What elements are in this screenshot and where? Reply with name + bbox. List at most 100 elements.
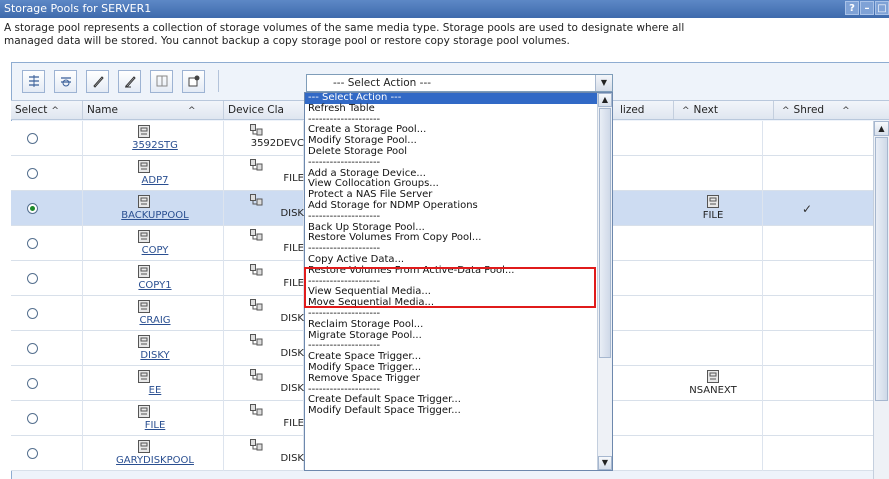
dropdown-item[interactable]: Reclaim Storage Pool... [305,319,612,331]
device-class-icon [250,264,263,276]
storage-pool-icon [707,195,719,208]
sort-icon[interactable]: ^ [782,106,790,116]
sort-icon[interactable]: ^ [842,106,850,116]
row-radio[interactable] [27,343,38,354]
row-radio[interactable] [27,133,38,144]
next-cell [663,226,763,261]
row-radio[interactable] [27,273,38,284]
row-radio[interactable] [27,168,38,179]
select-cell [11,401,83,436]
deselect-all-icon [60,77,71,87]
scroll-down-icon[interactable]: ▼ [598,456,612,470]
device-class-icon [250,159,263,171]
sort-icon[interactable]: ^ [682,106,690,116]
device-class-text: DISK [280,313,304,324]
row-radio[interactable] [27,378,38,389]
scroll-up-icon[interactable]: ▲ [598,93,612,107]
dropdown-scrollbar[interactable]: ▲ ▼ [597,93,612,470]
name-cell: ADP7 [83,156,224,191]
minimize-button[interactable]: – [860,1,874,15]
row-radio-selected[interactable] [27,203,38,214]
scroll-thumb[interactable] [599,108,611,358]
storage-pool-icon [138,125,150,138]
name-cell: EE [83,366,224,401]
clear-button[interactable] [118,69,141,93]
dropdown-item[interactable]: Restore Volumes From Active-Data Pool... [305,265,612,277]
shred-cell [763,401,873,436]
pool-name-link[interactable]: COPY [95,245,215,256]
shred-cell [763,156,873,191]
name-cell: GARYDISKPOOL [83,436,224,471]
header-next[interactable]: ^ Next [674,101,774,119]
device-cell: DISK [224,191,304,226]
pool-name-link[interactable]: CRAIG [95,315,215,326]
settings-icon [188,75,199,87]
name-cell: FILE [83,401,224,436]
pool-name-link[interactable]: GARYDISKPOOL [95,455,215,466]
select-cell [11,296,83,331]
header-utilized-label: lized [620,104,645,116]
select-cell [11,366,83,401]
device-class-text: DISK [280,453,304,464]
name-cell: CRAIG [83,296,224,331]
device-cell: FILE [224,261,304,296]
device-class-icon [250,194,263,206]
pool-name-link[interactable]: BACKUPPOOL [95,210,215,221]
scroll-up-icon[interactable]: ▲ [874,121,889,136]
header-shred-label: Shred [793,104,825,116]
select-action-dropdown[interactable]: --- Select Action --- ▼ [306,74,613,92]
sort-icon[interactable]: ^ [51,106,59,116]
device-cell: FILE [224,156,304,191]
header-select[interactable]: Select ^ [11,101,83,119]
help-button[interactable]: ? [845,1,859,15]
device-cell: DISK [224,366,304,401]
header-device-class-label: Device Cla [228,104,284,116]
pool-name-link[interactable]: DISKY [95,350,215,361]
dropdown-item[interactable]: Remove Space Trigger [305,373,612,385]
row-radio[interactable] [27,238,38,249]
select-cell [11,436,83,471]
settings-button[interactable] [182,69,205,93]
storage-pool-icon [138,405,150,418]
device-class-text: DISK [280,383,304,394]
header-utilized[interactable]: lized [616,101,674,119]
dropdown-item[interactable]: Modify Default Space Trigger... [305,405,612,417]
device-class-icon [250,229,263,241]
window-titlebar: Storage Pools for SERVER1 ? – □ [0,0,889,18]
header-name[interactable]: Name ^ [83,101,224,119]
clear-icon [124,76,136,88]
device-cell: 3592DEVC [224,121,304,156]
columns-button[interactable] [150,69,173,93]
next-cell: FILE [663,191,763,226]
next-cell [663,436,763,471]
dropdown-item[interactable]: Refresh Table [305,103,612,115]
next-cell [663,401,763,436]
header-shred[interactable]: ^ Shred ^ [774,101,874,119]
select-cell [11,226,83,261]
row-radio[interactable] [27,413,38,424]
storage-pool-icon [138,195,150,208]
pool-name-link[interactable]: FILE [95,420,215,431]
next-cell [663,296,763,331]
pool-name-link[interactable]: COPY1 [95,280,215,291]
deselect-all-button[interactable] [54,69,77,93]
scroll-thumb[interactable] [875,137,888,401]
table-scrollbar[interactable]: ▲ [873,121,889,479]
maximize-button[interactable]: □ [875,1,889,15]
select-action-list[interactable]: --- Select Action --- Refresh Table ----… [304,92,613,471]
sort-icon[interactable]: ^ [188,106,196,116]
pool-name-link[interactable]: EE [95,385,215,396]
pool-name-link[interactable]: 3592STG [95,140,215,151]
name-cell: DISKY [83,331,224,366]
chevron-down-icon[interactable]: ▼ [595,75,612,91]
device-cell: DISK [224,296,304,331]
pool-name-link[interactable]: ADP7 [95,175,215,186]
edit-button[interactable] [86,69,109,93]
shred-cell [763,226,873,261]
device-class-text: FILE [283,173,304,184]
device-class-text: FILE [283,418,304,429]
row-radio[interactable] [27,448,38,459]
name-cell: 3592STG [83,121,224,156]
row-radio[interactable] [27,308,38,319]
select-all-button[interactable] [22,69,45,93]
